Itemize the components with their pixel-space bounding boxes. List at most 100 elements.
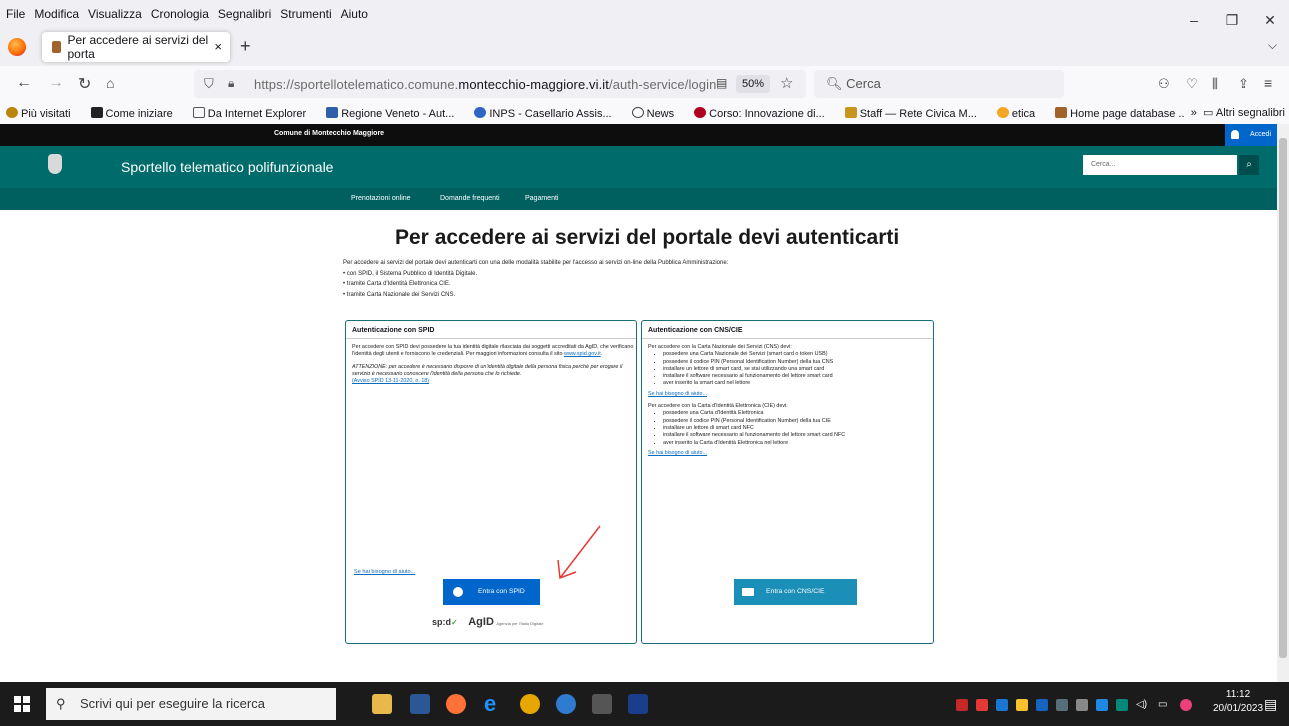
navigation-bar: ← → ↻ ⌂ ⛉ 🔒︎ https://sportellotelematico… [0, 66, 1289, 102]
menu-visualizza[interactable]: Visualizza [88, 7, 142, 21]
windows-taskbar: ⚲ Scrivi qui per eseguire la ricerca e ◁… [0, 682, 1289, 726]
list-tabs-icon[interactable]: ⌵ [1268, 38, 1277, 53]
site-name[interactable]: Sportello telematico polifunzionale [121, 159, 333, 175]
taskbar-clock[interactable]: 11:12 20/01/2023 [1213, 688, 1263, 716]
bookmark-item[interactable]: News [631, 106, 685, 120]
close-window-icon[interactable]: ✕ [1251, 0, 1289, 28]
search-input[interactable]: 🔍︎ Cerca [814, 70, 1064, 98]
bookmarks-toolbar: Più visitati Come iniziare Da Internet E… [0, 102, 1289, 124]
chevron-right-icon[interactable]: » [1191, 107, 1197, 119]
restore-icon[interactable]: ❐ [1213, 0, 1251, 28]
window-controls: – ❐ ✕ [1175, 0, 1289, 28]
bookmark-item[interactable]: Corso: Innovazione di... [694, 106, 835, 120]
url-bar[interactable]: ⛉ 🔒︎ https://sportellotelematico.comune.… [194, 70, 806, 98]
chrome-icon[interactable] [520, 694, 540, 714]
menu-cronologia[interactable]: Cronologia [151, 7, 209, 21]
bookmark-item[interactable]: Più visitati [6, 106, 81, 120]
tray-icon[interactable] [1076, 699, 1088, 711]
bookmark-item[interactable]: Da Internet Explorer [192, 106, 316, 120]
network-icon[interactable]: ▭ [1158, 699, 1170, 711]
agid-logo: AgID [468, 616, 494, 628]
bookmark-star-icon[interactable]: ☆ [780, 74, 793, 92]
spid-login-button[interactable]: Entra con SPID [443, 579, 540, 605]
firefox-taskbar-icon[interactable] [446, 694, 466, 714]
firefox-icon[interactable] [8, 38, 26, 56]
site-header: Sportello telematico polifunzionale Cerc… [0, 146, 1277, 188]
cns-description: Per accedere con la Carta Nazionale dei … [648, 344, 930, 462]
notifications-icon[interactable]: ▤ [1264, 696, 1277, 712]
app-icon[interactable] [556, 694, 576, 714]
tray-icon[interactable] [1116, 699, 1128, 711]
site-search-input[interactable]: Cerca... [1083, 155, 1237, 175]
site-search-icon[interactable]: ⌕ [1239, 155, 1259, 175]
tray-icon[interactable] [976, 699, 988, 711]
bookmark-item[interactable]: Staff — Rete Civica M... [844, 106, 987, 120]
cns-heading: Autenticazione con CNS/CIE [648, 327, 743, 334]
nav-pagamenti[interactable]: Pagamenti [525, 195, 558, 202]
cns-cie-login-button[interactable]: Entra con CNS/CIE [734, 579, 857, 605]
account-icon[interactable]: ⚇ [1158, 76, 1170, 92]
nav-domande[interactable]: Domande frequenti [440, 195, 500, 202]
new-tab-button[interactable]: + [240, 36, 251, 57]
tray-icon[interactable] [956, 699, 968, 711]
tray-icon[interactable] [1096, 699, 1108, 711]
minimize-icon[interactable]: – [1175, 0, 1213, 28]
menu-file[interactable]: File [6, 7, 25, 21]
zoom-indicator[interactable]: 50% [736, 75, 770, 93]
spid-notice-link[interactable]: (Avviso SPID 13-11-2020, n. 18) [352, 378, 429, 384]
tray-icon[interactable] [996, 699, 1008, 711]
spid-description: Per accedere con SPID devi possedere la … [352, 344, 634, 385]
file-explorer-icon[interactable] [372, 694, 392, 714]
bookmark-item[interactable]: Home page database ... [1055, 106, 1197, 120]
search-icon: ⚲ [56, 696, 66, 711]
tab-bar: Per accedere ai servizi del porta × + ⌵ [0, 28, 1289, 66]
bookmark-item[interactable]: etica [996, 106, 1045, 120]
library-icon[interactable]: ⫼ [1212, 76, 1218, 92]
edge-icon[interactable]: e [484, 693, 504, 715]
method-item: tramite Carta d'Identità Elettronica CIE… [343, 279, 728, 290]
share-icon[interactable]: ⇪ [1238, 76, 1249, 92]
nav-prenotazioni[interactable]: Prenotazioni online [351, 195, 411, 202]
app-icon[interactable] [628, 694, 648, 714]
app-icon[interactable] [592, 694, 612, 714]
spid-help-link[interactable]: Se hai bisogno di aiuto... [354, 569, 415, 575]
tray-icon[interactable] [1036, 699, 1048, 711]
pocket-icon[interactable]: ♡ [1186, 76, 1198, 92]
reader-view-icon[interactable]: ▤ [716, 76, 727, 90]
bookmark-item[interactable]: Come iniziare [90, 106, 183, 120]
tray-icon[interactable] [1056, 699, 1068, 711]
back-icon[interactable]: ← [16, 74, 32, 92]
lock-icon[interactable]: 🔒︎ [228, 76, 234, 91]
other-bookmarks[interactable]: » ▭ Altri segnalibri [1184, 102, 1285, 124]
tab-close-icon[interactable]: × [214, 39, 222, 54]
bookmark-item[interactable]: INPS - Casellario Assis... [474, 106, 621, 120]
home-icon[interactable]: ⌂ [106, 75, 114, 91]
menu-strumenti[interactable]: Strumenti [280, 7, 331, 21]
menu-bar: File Modifica Visualizza Cronologia Segn… [0, 0, 1289, 28]
cie-help-link[interactable]: Se hai bisogno di aiuto... [648, 450, 707, 456]
hamburger-menu-icon[interactable]: ≡ [1264, 75, 1272, 91]
forward-icon[interactable]: → [48, 74, 64, 92]
reload-icon[interactable]: ↻ [78, 74, 91, 94]
cns-help-link[interactable]: Se hai bisogno di aiuto... [648, 391, 707, 397]
municipality-name[interactable]: Comune di Montecchio Maggiore [274, 130, 384, 137]
tray-icon[interactable] [1180, 699, 1192, 711]
web-page: Comune di Montecchio Maggiore Accedi Spo… [0, 124, 1277, 682]
bookmark-item[interactable]: Regione Veneto - Aut... [326, 106, 464, 120]
shield-icon[interactable]: ⛉ [204, 76, 214, 92]
method-item: con SPID, il Sistema Pubblico di Identit… [343, 269, 728, 280]
app-icon[interactable] [410, 694, 430, 714]
menu-segnalibri[interactable]: Segnalibri [218, 7, 271, 21]
login-button[interactable]: Accedi [1225, 124, 1277, 146]
main-content: Per accedere ai servizi del portale devi… [0, 210, 1277, 682]
tab-active[interactable]: Per accedere ai servizi del porta × [42, 32, 230, 62]
taskbar-search[interactable]: ⚲ Scrivi qui per eseguire la ricerca [46, 688, 336, 720]
spid-site-link[interactable]: www.spid.gov.it [564, 351, 601, 357]
speaker-icon[interactable]: ◁) [1136, 699, 1148, 711]
tray-icon[interactable] [1016, 699, 1028, 711]
menu-aiuto[interactable]: Aiuto [341, 7, 368, 21]
page-title: Per accedere ai servizi del portale devi… [395, 226, 900, 249]
page-scrollbar[interactable] [1277, 124, 1289, 682]
menu-modifica[interactable]: Modifica [34, 7, 79, 21]
windows-start-icon[interactable] [14, 696, 30, 712]
